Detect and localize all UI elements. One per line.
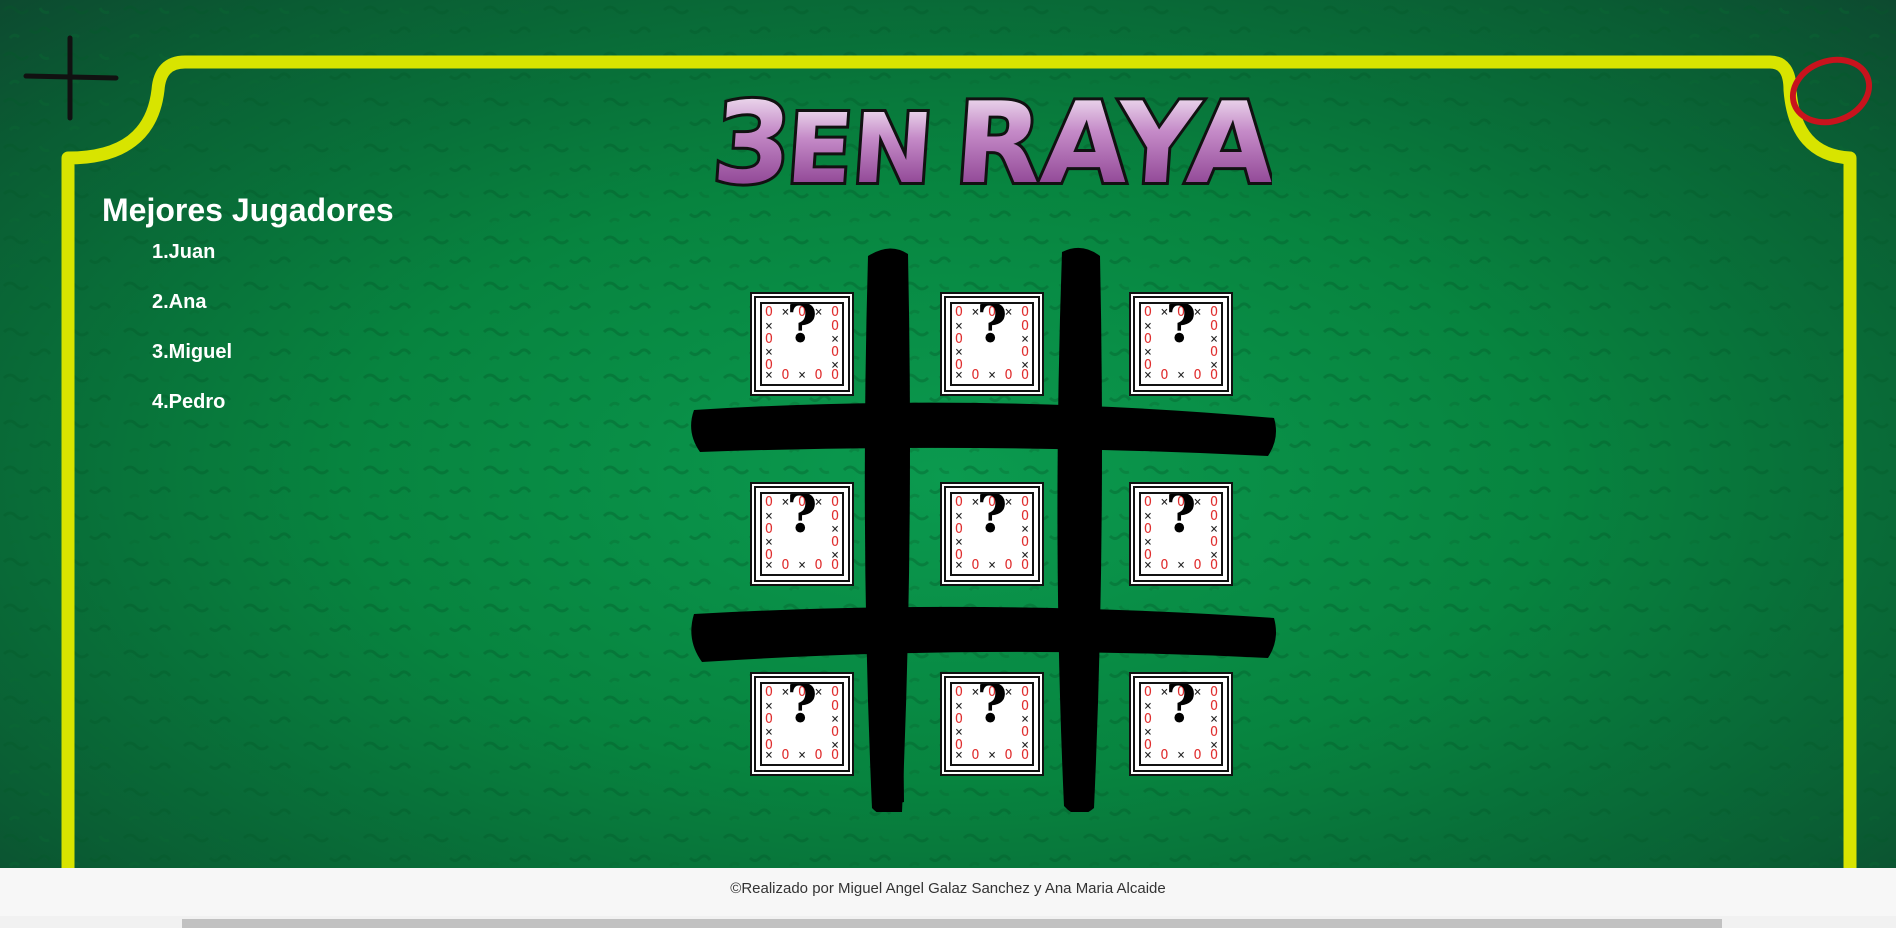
question-mark-icon: ? <box>976 492 1008 545</box>
question-mark-icon: ? <box>1165 302 1197 355</box>
scrollbar-thumb[interactable] <box>182 919 1722 928</box>
cell-pattern: O × O × O × O × O O × O × O O × O ×? <box>950 302 1034 386</box>
question-mark-icon: ? <box>976 302 1008 355</box>
player-item: 3.Miguel <box>152 341 233 363</box>
board-cell-7[interactable]: O × O × O × O × O O × O × O O × O ×? <box>754 676 850 772</box>
title-part-en: EN <box>783 93 937 196</box>
best-players-heading: Mejores Jugadores <box>102 192 394 228</box>
player-item: 4.Pedro <box>152 391 226 413</box>
board-cell-5[interactable]: O × O × O × O × O O × O × O O × O ×? <box>944 486 1040 582</box>
cell-pattern: O × O × O × O × O O × O × O O × O ×? <box>760 492 844 576</box>
corner-x-icon <box>23 35 119 121</box>
footer: ©Realizado por Miguel Angel Galaz Sanche… <box>0 868 1896 912</box>
board-cell-6[interactable]: O × O × O × O × O O × O × O O × O ×? <box>1133 486 1229 582</box>
title-part-raya: RAYA <box>951 79 1272 196</box>
board-cell-2[interactable]: O × O × O × O × O O × O × O O × O ×? <box>944 296 1040 392</box>
question-mark-icon: ? <box>1165 492 1197 545</box>
question-mark-icon: ? <box>786 302 818 355</box>
board-cell-3[interactable]: O × O × O × O × O O × O × O O × O ×? <box>1133 296 1229 392</box>
board-cell-1[interactable]: O × O × O × O × O O × O × O O × O ×? <box>754 296 850 392</box>
board-cell-9[interactable]: O × O × O × O × O O × O × O O × O ×? <box>1133 676 1229 772</box>
game-title-logo: 3 EN RAYA <box>712 78 1272 196</box>
footer-credits: ©Realizado por Miguel Angel Galaz Sanche… <box>730 880 1166 897</box>
player-item: 1.Juan <box>152 241 216 263</box>
best-players-list: 1.Juan 2.Ana 3.Miguel 4.Pedro <box>102 239 394 439</box>
board-cell-8[interactable]: O × O × O × O × O O × O × O O × O ×? <box>944 676 1040 772</box>
question-mark-icon: ? <box>786 682 818 735</box>
cell-pattern: O × O × O × O × O O × O × O O × O ×? <box>760 302 844 386</box>
horizontal-scrollbar[interactable] <box>0 916 1896 928</box>
cell-pattern: O × O × O × O × O O × O × O O × O ×? <box>1139 302 1223 386</box>
player-item: 2.Ana <box>152 291 207 313</box>
board-cell-4[interactable]: O × O × O × O × O O × O × O O × O ×? <box>754 486 850 582</box>
cell-pattern: O × O × O × O × O O × O × O O × O ×? <box>1139 492 1223 576</box>
question-mark-icon: ? <box>1165 682 1197 735</box>
question-mark-icon: ? <box>976 682 1008 735</box>
cell-pattern: O × O × O × O × O O × O × O O × O ×? <box>760 682 844 766</box>
cell-pattern: O × O × O × O × O O × O × O O × O ×? <box>950 682 1034 766</box>
game-stage: 3 EN RAYA Mejores Jugadores 1.Juan 2.Ana… <box>0 0 1896 868</box>
best-players-panel: Mejores Jugadores 1.Juan 2.Ana 3.Miguel … <box>102 192 394 439</box>
cell-pattern: O × O × O × O × O O × O × O O × O ×? <box>950 492 1034 576</box>
cell-pattern: O × O × O × O × O O × O × O O × O ×? <box>1139 682 1223 766</box>
question-mark-icon: ? <box>786 492 818 545</box>
title-part-number: 3 <box>712 79 796 196</box>
